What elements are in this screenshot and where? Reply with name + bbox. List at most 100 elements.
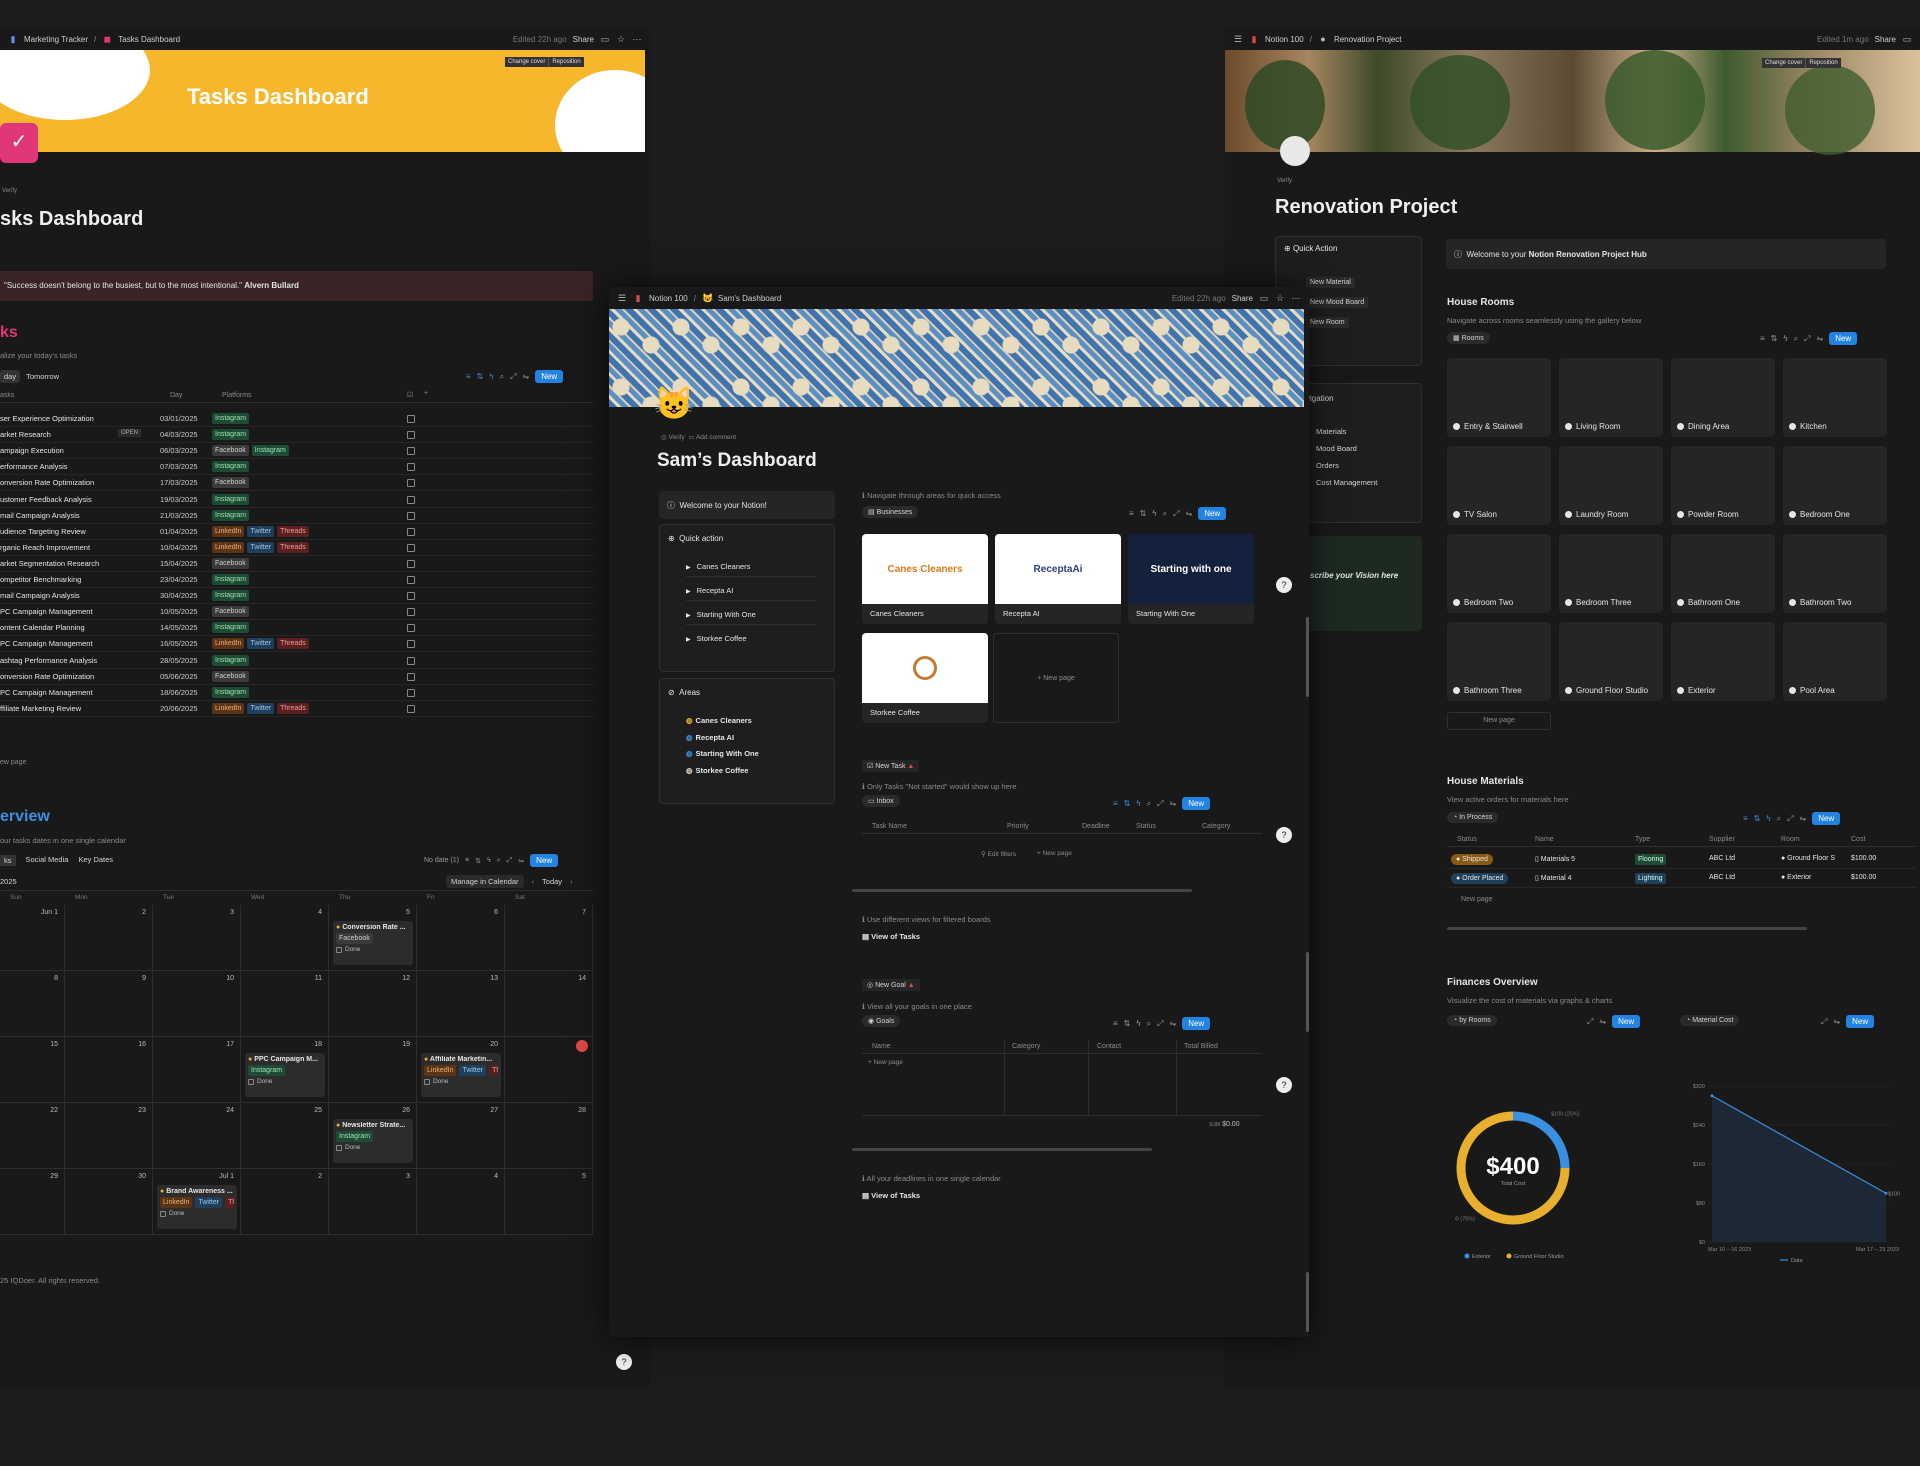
change-cover-button[interactable]: Change cover	[505, 57, 549, 67]
calendar-day-cell[interactable]: 8	[0, 971, 65, 1037]
table-row[interactable]: ffiliate Marketing Review 20/06/2025 Linke…	[0, 701, 593, 717]
task-checkbox[interactable]	[407, 559, 415, 568]
expand-icon[interactable]: ⤢	[507, 857, 513, 865]
filter-icon[interactable]: ≡	[1760, 334, 1765, 343]
automation-icon[interactable]: ϟ	[1766, 814, 1770, 823]
task-checkbox[interactable]	[407, 656, 415, 665]
event-done[interactable]: Done	[248, 1078, 322, 1085]
sort-icon[interactable]: ⇅	[1754, 814, 1761, 823]
calendar-day-cell[interactable]: 4	[241, 905, 329, 971]
new-button[interactable]: New	[530, 854, 559, 867]
expand-icon[interactable]: ⤢	[510, 372, 516, 382]
menu-icon[interactable]: ☰	[1233, 34, 1243, 44]
expand-icon[interactable]: ⤢	[1157, 1019, 1163, 1029]
calendar-day-cell[interactable]: 17	[153, 1037, 241, 1103]
done-checkbox[interactable]	[248, 1078, 254, 1085]
calendar-day-cell[interactable]: 3	[153, 905, 241, 971]
filter-icon[interactable]: ≡	[1743, 814, 1748, 823]
business-card[interactable]: ReceptaAi Recepta AI	[995, 534, 1121, 624]
room-card[interactable]: Exterior	[1671, 622, 1775, 701]
star-icon[interactable]: ☆	[616, 34, 626, 44]
verify-label[interactable]: ◎ Verify ▭ Add comment	[661, 433, 736, 441]
table-row[interactable]: ustomer Feedback Analysis 19/03/2025 Insta…	[0, 492, 593, 508]
expand-icon[interactable]: ⤢	[1787, 814, 1793, 824]
next-icon[interactable]: ›	[570, 877, 573, 886]
calendar-day-cell[interactable]: 2	[65, 905, 153, 971]
manage-in-calendar-button[interactable]: Manage in Calendar	[446, 875, 524, 888]
today-button[interactable]: Today	[542, 877, 562, 886]
prev-icon[interactable]: ‹	[532, 877, 535, 886]
edit-filters-button[interactable]: ⚲ Edit filters	[981, 850, 1016, 858]
task-checkbox[interactable]	[407, 608, 415, 617]
business-card[interactable]: Starting with one Starting With One	[1128, 534, 1254, 624]
table-row[interactable]: ontent Calendar Planning 14/05/2025 Instag…	[0, 620, 593, 637]
nav-item-mood-board[interactable]: Mood Board	[1316, 444, 1357, 453]
automation-icon[interactable]: ϟ	[1152, 509, 1156, 518]
expand-icon[interactable]: ⤢	[1587, 1017, 1593, 1027]
area-link[interactable]: ◍ Recepta AI	[686, 733, 734, 742]
scrollbar-vertical[interactable]	[1306, 1272, 1309, 1332]
column-header[interactable]: Status	[1457, 836, 1477, 843]
scrollbar-vertical[interactable]	[1306, 952, 1309, 1032]
quick-action-item[interactable]: ▶ Canes Cleaners	[686, 562, 816, 577]
open-badge[interactable]: OPEN	[118, 429, 142, 438]
tab-key-dates[interactable]: Key Dates	[78, 855, 113, 866]
area-link[interactable]: ◍ Canes Cleaners	[686, 716, 752, 725]
new-page-card[interactable]: + New page	[993, 633, 1119, 723]
task-checkbox[interactable]	[407, 624, 415, 633]
calendar-day-cell[interactable]: 13	[417, 971, 505, 1037]
view-tab-tomorrow[interactable]: Tomorrow	[26, 372, 59, 381]
calendar-day-cell[interactable]: 24	[153, 1103, 241, 1169]
calendar-day-cell[interactable]: 27	[417, 1103, 505, 1169]
search-icon[interactable]: ⌕	[1777, 814, 1781, 824]
data-point[interactable]	[1710, 1094, 1714, 1098]
table-row[interactable]: erformance Analysis 07/03/2025 Instagram	[0, 459, 593, 476]
column-platforms[interactable]: Platforms	[222, 392, 252, 399]
star-icon[interactable]: ☆	[1275, 293, 1285, 303]
scrollbar[interactable]	[852, 1148, 1152, 1151]
calendar-day-cell[interactable]: 14	[505, 971, 593, 1037]
automation-icon[interactable]: ϟ	[487, 857, 491, 864]
no-date-label[interactable]: No date (1)	[424, 857, 459, 864]
in-process-tab[interactable]: ◔ In Process	[1447, 812, 1499, 823]
nav-item-orders[interactable]: Orders	[1316, 461, 1339, 470]
calendar-day-cell[interactable]: 2	[241, 1169, 329, 1235]
room-card[interactable]: Powder Room	[1671, 446, 1775, 525]
room-card[interactable]: Pool Area	[1783, 622, 1887, 701]
column-header[interactable]: Cost	[1851, 836, 1865, 843]
search-icon[interactable]: ⌕	[1147, 799, 1151, 809]
business-card[interactable]: Storkee Coffee	[862, 633, 988, 723]
table-row[interactable]: udience Targeting Review 01/04/2025 Linked…	[0, 524, 593, 540]
new-goal-button[interactable]: ◎ New Goal ▲	[862, 979, 920, 991]
new-task-button[interactable]: ☑ New Task ▲	[862, 760, 920, 772]
calendar-day-cell[interactable]: 30	[65, 1169, 153, 1235]
area-link[interactable]: ◍ Starting With One	[686, 749, 759, 758]
automation-icon[interactable]: ϟ	[1783, 334, 1787, 343]
table-row[interactable]: arket Research OPEN 04/03/2025 Instagram	[0, 427, 593, 444]
event-done[interactable]: Done	[160, 1210, 234, 1217]
search-icon[interactable]: ⌕	[1163, 509, 1167, 519]
sort-icon[interactable]: ⇅	[1771, 334, 1778, 343]
inbox-tab[interactable]: ▭ Inbox	[862, 795, 900, 807]
table-row[interactable]: onversion Rate Optimization 05/06/2025 Fac…	[0, 669, 593, 685]
scrollbar[interactable]	[1447, 927, 1807, 930]
quick-action-item[interactable]: ▶ Starting With One	[686, 610, 816, 625]
task-checkbox[interactable]	[407, 415, 415, 423]
new-page-button[interactable]: ew page	[0, 759, 26, 766]
done-checkbox[interactable]	[336, 946, 342, 953]
done-checkbox[interactable]	[424, 1078, 430, 1085]
task-checkbox[interactable]	[407, 495, 415, 504]
table-row[interactable]: mail Campaign Analysis 21/03/2025 Instagra…	[0, 508, 593, 524]
calendar-day-cell[interactable]: 16	[65, 1037, 153, 1103]
sort-icon[interactable]: ⇅	[475, 857, 481, 865]
table-row[interactable]: mail Campaign Analysis 30/04/2025 Instagra…	[0, 588, 593, 605]
settings-icon[interactable]: ⇋	[1833, 1017, 1840, 1026]
calendar-day-cell[interactable]: 3	[329, 1169, 417, 1235]
calendar-day-cell[interactable]: 5	[505, 1169, 593, 1235]
new-button[interactable]: New	[535, 370, 564, 383]
task-checkbox[interactable]	[407, 479, 415, 488]
search-icon[interactable]: ⌕	[1147, 1019, 1151, 1029]
room-card[interactable]: Bathroom Three	[1447, 622, 1551, 701]
new-page-button[interactable]: + New page	[1037, 850, 1072, 857]
sort-icon[interactable]: ⇅	[1124, 799, 1131, 808]
